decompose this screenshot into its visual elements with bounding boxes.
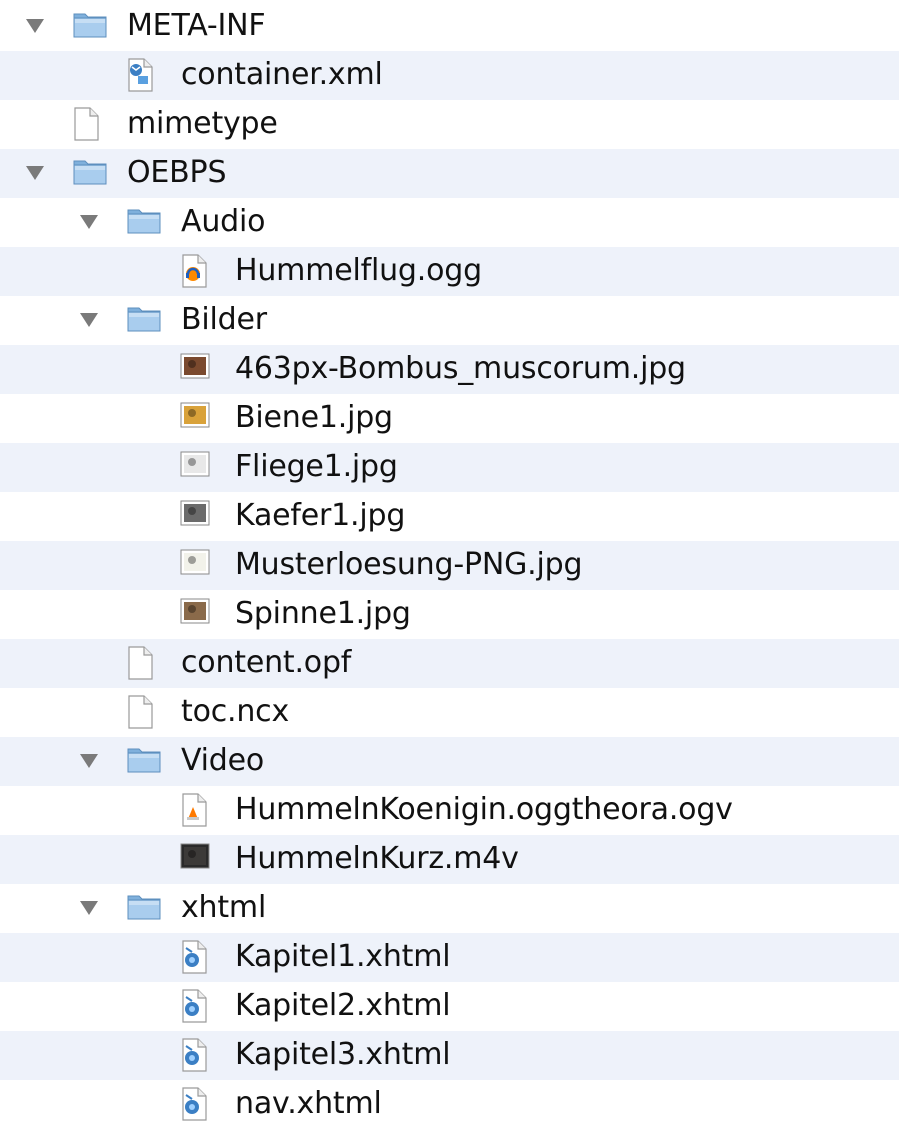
tree-item-label: nav.xhtml — [235, 1086, 382, 1121]
tree-item-label: OEBPS — [127, 155, 227, 190]
tree-row-file[interactable]: HummelnKoenigin.oggtheora.ogv — [0, 786, 899, 835]
disclosure-triangle-icon[interactable] — [78, 897, 100, 919]
tree-item-label: toc.ncx — [181, 694, 290, 729]
folder-icon — [126, 303, 162, 339]
tree-row-file[interactable]: Spinne1.jpg — [0, 590, 899, 639]
image-thumbnail-icon — [180, 352, 216, 388]
audio-file-icon — [180, 254, 216, 290]
tree-item-label: Kapitel3.xhtml — [235, 1037, 451, 1072]
image-thumbnail-icon — [180, 401, 216, 437]
tree-row-file[interactable]: container.xml — [0, 51, 899, 100]
tree-item-label: Kaefer1.jpg — [235, 498, 406, 533]
disclosure-triangle-icon[interactable] — [78, 750, 100, 772]
folder-icon — [126, 891, 162, 927]
tree-row-folder[interactable]: xhtml — [0, 884, 899, 933]
disclosure-triangle-icon[interactable] — [24, 162, 46, 184]
tree-item-label: Kapitel1.xhtml — [235, 939, 451, 974]
tree-item-label: Video — [181, 743, 265, 778]
tree-item-label: META-INF — [127, 8, 266, 43]
folder-icon — [72, 156, 108, 192]
tree-row-file[interactable]: Kapitel1.xhtml — [0, 933, 899, 982]
tree-row-folder[interactable]: Audio — [0, 198, 899, 247]
tree-row-file[interactable]: Musterloesung-PNG.jpg — [0, 541, 899, 590]
tree-item-label: Audio — [181, 204, 266, 239]
disclosure-triangle-icon[interactable] — [78, 309, 100, 331]
image-thumbnail-icon — [180, 548, 216, 584]
tree-row-file[interactable]: 463px-Bombus_muscorum.jpg — [0, 345, 899, 394]
tree-item-label: Hummelflug.ogg — [235, 253, 482, 288]
document-icon — [126, 695, 162, 731]
tree-row-file[interactable]: Kapitel3.xhtml — [0, 1031, 899, 1080]
image-thumbnail-icon — [180, 450, 216, 486]
tree-row-file[interactable]: content.opf — [0, 639, 899, 688]
xhtml-file-icon — [180, 989, 216, 1025]
document-icon — [126, 646, 162, 682]
tree-row-file[interactable]: Kapitel2.xhtml — [0, 982, 899, 1031]
tree-row-folder[interactable]: OEBPS — [0, 149, 899, 198]
tree-row-folder[interactable]: Bilder — [0, 296, 899, 345]
folder-icon — [126, 205, 162, 241]
tree-item-label: Spinne1.jpg — [235, 596, 411, 631]
tree-item-label: container.xml — [181, 57, 383, 92]
folder-icon — [126, 744, 162, 780]
tree-item-label: Kapitel2.xhtml — [235, 988, 451, 1023]
tree-item-label: Fliege1.jpg — [235, 449, 398, 484]
tree-item-label: HummelnKurz.m4v — [235, 841, 519, 876]
tree-item-label: xhtml — [181, 890, 267, 925]
xml-file-icon — [126, 58, 162, 94]
tree-row-file[interactable]: nav.xhtml — [0, 1080, 899, 1129]
tree-item-label: Bilder — [181, 302, 267, 337]
xhtml-file-icon — [180, 940, 216, 976]
tree-row-file[interactable]: toc.ncx — [0, 688, 899, 737]
xhtml-file-icon — [180, 1038, 216, 1074]
tree-item-label: HummelnKoenigin.oggtheora.ogv — [235, 792, 733, 827]
tree-item-label: Biene1.jpg — [235, 400, 393, 435]
image-thumbnail-icon — [180, 499, 216, 535]
tree-row-file[interactable]: Kaefer1.jpg — [0, 492, 899, 541]
document-icon — [72, 107, 108, 143]
tree-row-file[interactable]: Hummelflug.ogg — [0, 247, 899, 296]
folder-icon — [72, 9, 108, 45]
tree-item-label: Musterloesung-PNG.jpg — [235, 547, 583, 582]
disclosure-triangle-icon[interactable] — [24, 15, 46, 37]
tree-row-file[interactable]: HummelnKurz.m4v — [0, 835, 899, 884]
tree-row-folder[interactable]: META-INF — [0, 2, 899, 51]
video-file-icon — [180, 793, 216, 829]
disclosure-triangle-icon[interactable] — [78, 211, 100, 233]
tree-row-folder[interactable]: Video — [0, 737, 899, 786]
tree-row-file[interactable]: mimetype — [0, 100, 899, 149]
tree-row-file[interactable]: Fliege1.jpg — [0, 443, 899, 492]
image-thumbnail-icon — [180, 597, 216, 633]
tree-item-label: content.opf — [181, 645, 352, 680]
video-thumbnail-icon — [180, 842, 216, 878]
tree-item-label: mimetype — [127, 106, 278, 141]
tree-item-label: 463px-Bombus_muscorum.jpg — [235, 351, 686, 386]
tree-row-file[interactable]: Biene1.jpg — [0, 394, 899, 443]
